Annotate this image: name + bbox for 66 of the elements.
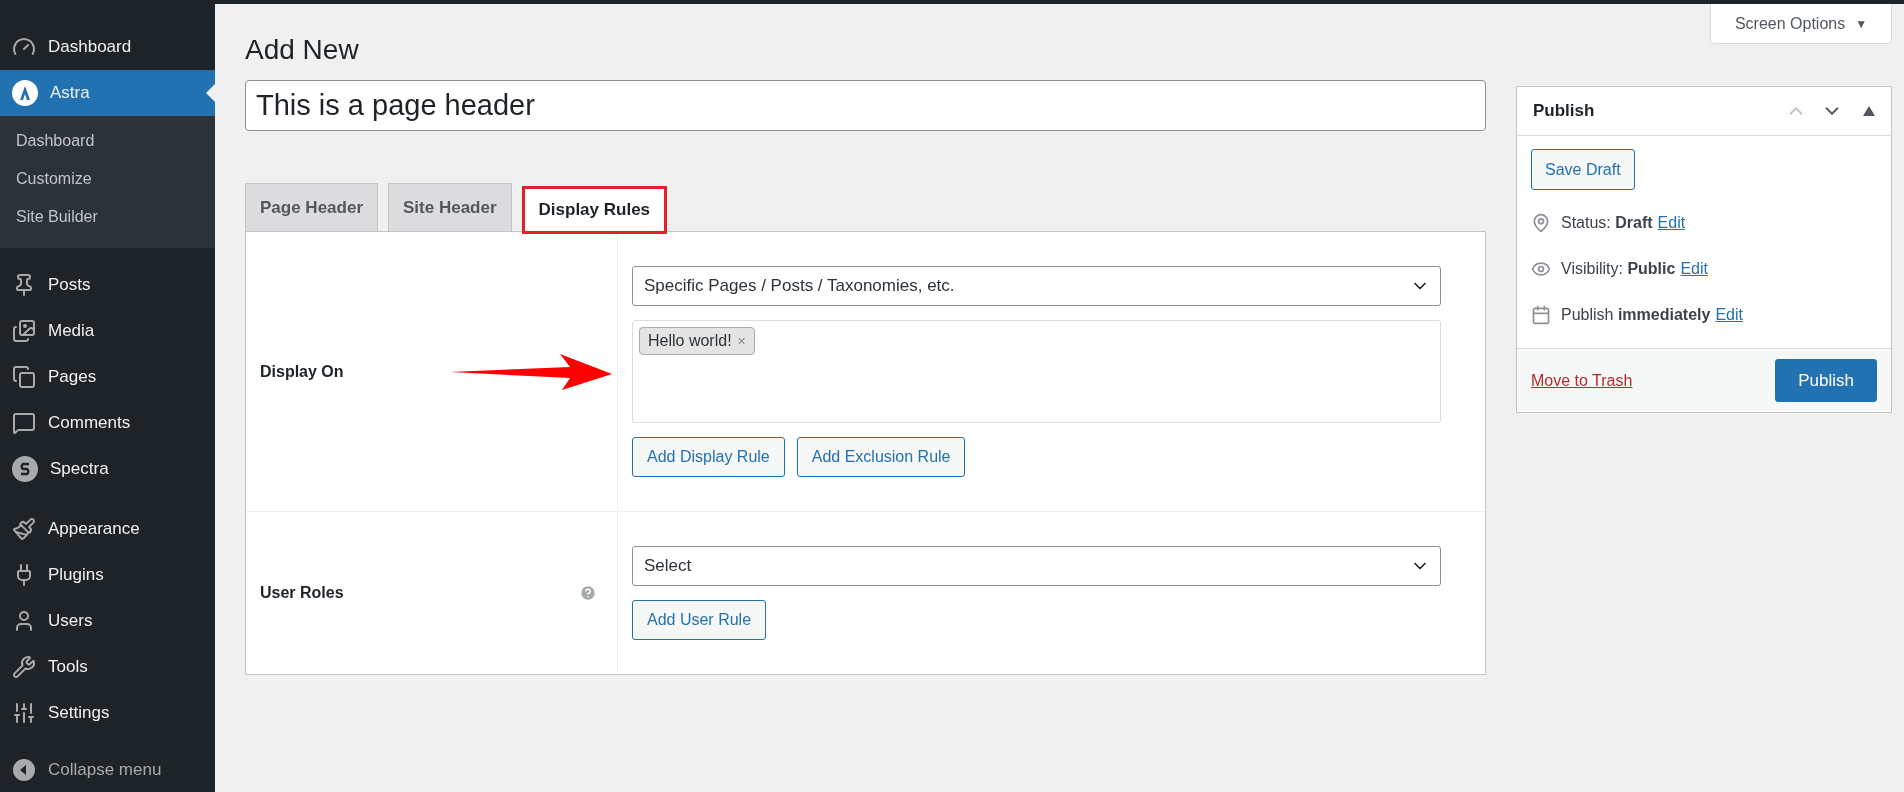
sidebar-item[interactable]: Plugins xyxy=(0,552,215,598)
publish-button[interactable]: Publish xyxy=(1775,359,1877,402)
menu-label: Comments xyxy=(48,413,131,433)
spectra-icon xyxy=(12,456,38,482)
select-field[interactable]: Select xyxy=(632,546,1441,586)
pages-icon xyxy=(12,365,36,389)
tab[interactable]: Display Rules xyxy=(521,186,668,234)
publish-setting: Publish immediately xyxy=(1561,306,1711,324)
sidebar-item[interactable]: Spectra xyxy=(0,446,215,492)
sidebar-item[interactable]: Media xyxy=(0,308,215,354)
edit-link[interactable]: Edit xyxy=(1715,306,1743,324)
sidebar-item[interactable]: Tools xyxy=(0,644,215,690)
sidebar-item[interactable]: Comments xyxy=(0,400,215,446)
menu-label: Spectra xyxy=(50,459,109,479)
calendar-icon xyxy=(1531,305,1551,325)
tab[interactable]: Page Header xyxy=(245,183,378,231)
sidebar-item[interactable]: Appearance xyxy=(0,506,215,552)
box-title: Publish xyxy=(1533,101,1596,121)
sidebar-item[interactable]: Pages xyxy=(0,354,215,400)
rule-label: Display On xyxy=(260,362,345,381)
menu-label: Settings xyxy=(48,703,110,723)
menu-label: Plugins xyxy=(48,565,104,585)
submenu-item[interactable]: Dashboard xyxy=(0,122,215,160)
menu-label: Pages xyxy=(48,367,97,387)
sidebar-item[interactable]: Posts xyxy=(0,262,215,308)
edit-link[interactable]: Edit xyxy=(1657,214,1686,232)
logo-icon xyxy=(12,80,38,106)
page-title: Add New xyxy=(245,34,360,66)
multi-select-field[interactable]: Hello world! × xyxy=(632,320,1441,423)
wrench-icon xyxy=(12,655,36,679)
menu-label: Posts xyxy=(48,275,91,295)
menu-label: Tools xyxy=(48,657,88,677)
media-icon xyxy=(12,319,36,343)
screen-options-button[interactable]: Screen Options ▼ xyxy=(1710,4,1892,44)
sidebar-item[interactable]: Dashboard xyxy=(0,24,215,70)
collapse-toggle-icon[interactable] xyxy=(1863,106,1875,116)
save-draft-button[interactable]: Save Draft xyxy=(1531,149,1635,190)
move-to-trash-link[interactable]: Move to Trash xyxy=(1531,371,1633,390)
brush-icon xyxy=(12,517,36,541)
sidebar-item[interactable]: Users xyxy=(0,598,215,644)
menu-label: Dashboard xyxy=(48,37,132,57)
publish-setting: Status: Draft xyxy=(1561,214,1653,232)
collapse-menu-button[interactable]: Collapse menu xyxy=(0,750,215,790)
tab[interactable]: Site Header xyxy=(388,183,512,231)
rule-label: User Roles xyxy=(260,584,345,602)
menu-label: Astra xyxy=(50,83,90,103)
edit-link[interactable]: Edit xyxy=(1680,260,1708,278)
eye-icon xyxy=(1531,259,1551,279)
select-field[interactable]: Specific Pages / Posts / Taxonomies, etc. xyxy=(632,266,1441,306)
sidebar-item[interactable]: Settings xyxy=(0,690,215,736)
menu-label: Appearance xyxy=(48,519,140,539)
add-rule-button[interactable]: Add Exclusion Rule xyxy=(796,437,966,477)
add-rule-button[interactable]: Add User Rule xyxy=(632,600,767,640)
tag-label: Hello world! xyxy=(648,332,732,350)
menu-label: Media xyxy=(48,321,95,341)
menu-label: Users xyxy=(48,611,93,631)
collapse-icon xyxy=(12,758,36,782)
sidebar-item[interactable]: Astra xyxy=(0,70,215,116)
pin-icon xyxy=(1531,213,1551,233)
add-rule-button[interactable]: Add Display Rule xyxy=(632,437,785,477)
publish-setting: Visibility: Public xyxy=(1561,260,1676,278)
comment-icon xyxy=(12,411,36,435)
title-field[interactable]: This is a page header xyxy=(245,80,1486,131)
sliders-icon xyxy=(12,701,36,725)
submenu-item[interactable]: Customize xyxy=(0,160,215,198)
submenu-item[interactable]: Site Builder xyxy=(0,198,215,236)
